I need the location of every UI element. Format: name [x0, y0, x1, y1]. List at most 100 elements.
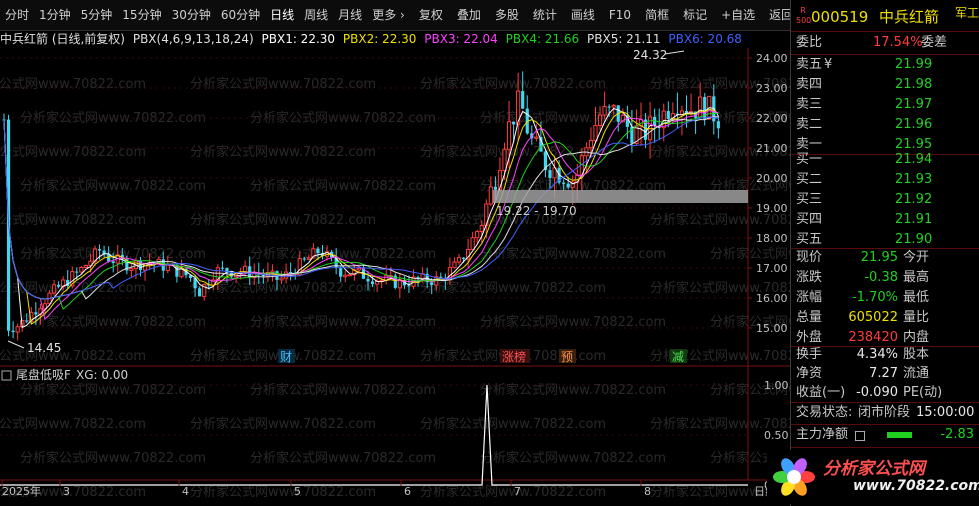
ask-label: 卖二: [796, 117, 823, 132]
candle-body: [302, 258, 306, 260]
candle-body: [289, 272, 293, 274]
price-tick-label: 23.00: [756, 82, 788, 95]
quote-row: 涨跌 -0.38 最高: [791, 268, 979, 288]
candle-body: [129, 268, 134, 271]
x-tick-label: 5: [294, 485, 301, 498]
watermark-text: 分析家公式网www.70822.com: [250, 450, 436, 466]
ask-row[interactable]: 卖四 21.98: [791, 75, 979, 95]
sector-tag: 军工: [955, 6, 979, 20]
candle-body: [470, 237, 475, 250]
ask-row[interactable]: 卖五 ¥21.99: [791, 55, 979, 75]
pbx2-value: PBX2: 22.30: [342, 32, 417, 46]
candle-body: [11, 330, 15, 333]
price-tick-label: 17.00: [756, 262, 788, 275]
watermark-text: 分析家公式网www.70822.com: [420, 416, 606, 432]
period-tab-5[interactable]: 60分钟: [216, 4, 265, 26]
candle-body: [316, 248, 320, 254]
candle-body: [566, 183, 570, 188]
watermark-text: 分析家公式网www.70822.com: [0, 144, 146, 160]
period-tab-9[interactable]: 更多 ›: [367, 4, 410, 26]
ask-row[interactable]: 卖二 21.96: [791, 115, 979, 135]
order-ratio-value: 17.54%: [873, 35, 923, 50]
divider: [791, 447, 979, 448]
watermark-text: 分析家公式网www.70822.com: [20, 450, 206, 466]
toolbar-action-1[interactable]: 叠加: [452, 4, 486, 26]
watermark-text: 分析家公式网www.70822.com: [20, 110, 206, 126]
toolbar-action-7[interactable]: 标记: [678, 4, 712, 26]
stats-value: -0.090: [856, 385, 898, 400]
stats-label-2: 股本: [903, 347, 930, 362]
price-tick-label: 15.00: [756, 322, 788, 335]
candle-body: [593, 125, 598, 142]
quote-label: 涨幅: [796, 290, 823, 305]
toolbar-action-3[interactable]: 统计: [528, 4, 562, 26]
period-tab-3[interactable]: 15分钟: [117, 4, 166, 26]
candle-body: [34, 312, 38, 315]
stats-row: 收益(一) -0.090 PE(动): [791, 383, 979, 403]
candle-body: [366, 278, 370, 282]
toolbar-action-0[interactable]: 复权: [414, 4, 448, 26]
period-tab-7[interactable]: 周线: [299, 4, 333, 26]
ask-row[interactable]: 卖三 21.97: [791, 95, 979, 115]
quote-value: 605022: [848, 310, 898, 325]
indicator-name[interactable]: PBX(4,6,9,13,18,24): [133, 32, 254, 46]
period-tab-6[interactable]: 日线: [265, 4, 299, 26]
candle-body: [370, 281, 375, 285]
period-tab-1[interactable]: 1分钟: [34, 4, 76, 26]
period-tab-2[interactable]: 5分钟: [76, 4, 118, 26]
divider: [791, 31, 979, 32]
high-price-label: 24.32: [633, 48, 667, 62]
bid-row[interactable]: 买五 21.90: [791, 230, 979, 250]
stats-label-2: 流通: [903, 366, 930, 381]
toolbar-action-6[interactable]: 简框: [640, 4, 674, 26]
event-marker[interactable]: 预: [561, 350, 573, 364]
candle-body: [279, 277, 284, 281]
toolbar-action-4[interactable]: 画线: [566, 4, 600, 26]
candle-body: [306, 257, 311, 260]
bid-row[interactable]: 买一 21.94: [791, 150, 979, 170]
candle-body: [347, 274, 352, 277]
candle-body: [456, 257, 462, 263]
watermark-text: 分析家公式网www.70822.com: [420, 76, 606, 92]
period-tab-8[interactable]: 月线: [333, 4, 367, 26]
period-tab-4[interactable]: 30分钟: [167, 4, 216, 26]
bid-row[interactable]: 买二 21.93: [791, 170, 979, 190]
order-diff-label: 委差: [921, 35, 948, 50]
ask-label: 卖五: [796, 57, 823, 72]
event-marker[interactable]: 减: [672, 350, 684, 364]
watermark-text: 分析家公式网www.70822.com: [250, 382, 436, 398]
chart-title: 中兵红箭 (日线,前复权): [0, 32, 125, 46]
pbx5-value: PBX5: 21.11: [587, 32, 661, 46]
main-flow-row[interactable]: 主力净额 -2.83: [791, 425, 979, 445]
watermark-text: 分析家公式网www.70822.com: [480, 246, 666, 262]
bid-label: 买二: [796, 172, 823, 187]
sub-collapse-icon[interactable]: [1, 370, 12, 381]
watermark-text: 分析家公式网www.70822.com: [710, 246, 790, 262]
low-price-pointer: [7, 340, 25, 349]
list-icon: [855, 431, 865, 441]
period-tab-0[interactable]: 分时: [0, 4, 34, 26]
toolbar-action-5[interactable]: F10: [604, 4, 636, 26]
candle-body: [243, 265, 248, 273]
candle-body: [534, 136, 539, 139]
quote-value: -0.38: [864, 270, 898, 285]
bid-row[interactable]: 买四 21.91: [791, 210, 979, 230]
candle-body: [198, 288, 202, 297]
stock-header[interactable]: R 500 000519 中兵红箭 军工: [791, 6, 979, 28]
bid-price: 21.93: [895, 172, 933, 187]
kline-chart[interactable]: 分析家公式网www.70822.com 分析家公式网www.70822.com 分析…: [0, 48, 790, 506]
candle-body: [339, 268, 343, 277]
candle-body: [479, 225, 484, 233]
candle-body: [343, 274, 348, 278]
watermark-text: 分析家公式网www.70822.com: [250, 178, 436, 194]
bid-row[interactable]: 买三 21.92: [791, 190, 979, 210]
main-flow-label: 主力净额: [796, 427, 849, 442]
event-marker[interactable]: 财: [280, 350, 292, 364]
pbx4-value: PBX4: 21.66: [505, 32, 580, 46]
candle-body: [607, 106, 611, 108]
toolbar-action-8[interactable]: +自选: [716, 4, 760, 26]
badge-top: R: [800, 6, 806, 15]
event-marker[interactable]: 涨榜: [502, 349, 526, 364]
candle-body: [475, 231, 480, 239]
toolbar-action-2[interactable]: 多股: [490, 4, 524, 26]
